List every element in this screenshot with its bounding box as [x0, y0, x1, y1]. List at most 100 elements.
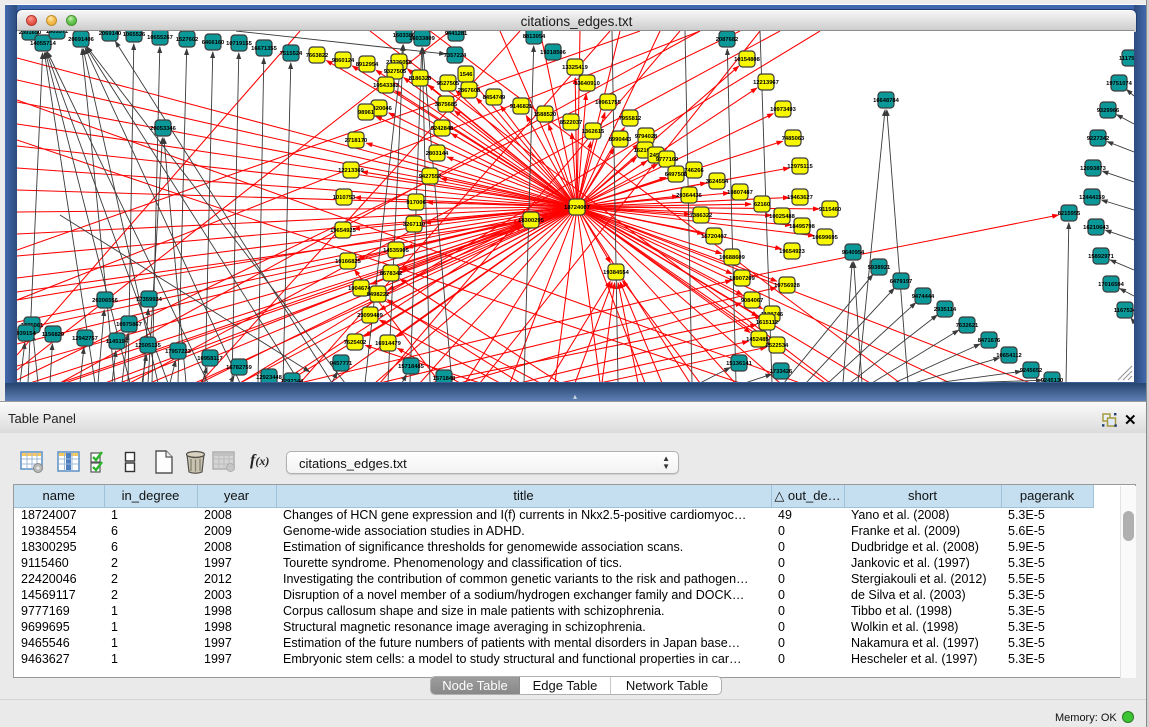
- svg-text:20206556: 20206556: [92, 298, 119, 304]
- svg-text:16210643: 16210643: [1083, 225, 1110, 231]
- svg-text:1010753: 1010753: [333, 195, 356, 201]
- svg-text:939154: 939154: [17, 331, 36, 337]
- svg-text:8522037: 8522037: [560, 120, 583, 126]
- svg-text:16914479: 16914479: [375, 341, 402, 347]
- svg-text:18495798: 18495798: [789, 224, 816, 230]
- svg-text:62160: 62160: [754, 202, 770, 208]
- svg-text:12444159: 12444159: [1079, 195, 1106, 201]
- svg-text:15718485: 15718485: [398, 364, 425, 370]
- svg-text:17016504: 17016504: [1098, 282, 1125, 288]
- svg-text:10154808: 10154808: [734, 57, 761, 63]
- svg-text:17957223: 17957223: [165, 349, 192, 355]
- svg-text:7357224: 7357224: [444, 53, 467, 59]
- svg-text:6497508: 6497508: [665, 172, 688, 178]
- svg-text:7955812: 7955812: [619, 116, 642, 122]
- svg-text:10719155: 10719155: [226, 41, 253, 47]
- svg-text:10958117: 10958117: [197, 356, 222, 362]
- svg-text:19756928: 19756928: [774, 283, 801, 289]
- svg-text:10699695: 10699695: [812, 235, 839, 241]
- svg-text:7386322: 7386322: [690, 213, 713, 219]
- svg-text:13325419: 13325419: [562, 65, 589, 71]
- svg-text:9327505: 9327505: [384, 69, 407, 75]
- svg-text:9498222: 9498222: [367, 292, 390, 298]
- svg-text:7485063: 7485063: [782, 136, 805, 142]
- svg-text:8990443: 8990443: [609, 137, 632, 143]
- svg-text:1292344: 1292344: [281, 379, 304, 382]
- svg-text:1527602: 1527602: [176, 37, 199, 43]
- svg-text:9441281: 9441281: [445, 31, 468, 37]
- svg-text:6466160: 6466160: [202, 40, 225, 46]
- svg-text:10543382: 10543382: [373, 83, 399, 89]
- svg-text:8471676: 8471676: [978, 338, 1001, 344]
- svg-text:18300295: 18300295: [518, 218, 545, 224]
- svg-text:13640910: 13640910: [574, 81, 600, 87]
- svg-text:1156829: 1156829: [42, 332, 65, 338]
- svg-text:1546: 1546: [460, 72, 474, 78]
- svg-text:7663822: 7663822: [306, 53, 329, 59]
- svg-text:746266: 746266: [684, 168, 704, 174]
- svg-text:23099489: 23099489: [357, 313, 384, 319]
- svg-text:9329966: 9329966: [1097, 108, 1120, 114]
- svg-text:15136141: 15136141: [726, 361, 753, 367]
- svg-text:917006: 917006: [406, 200, 426, 206]
- svg-text:7632621: 7632621: [956, 323, 979, 329]
- svg-text:16671355: 16671355: [251, 46, 278, 52]
- svg-text:1905571: 1905571: [46, 31, 69, 35]
- svg-text:10807487: 10807487: [727, 190, 753, 196]
- svg-text:8186328: 8186328: [409, 76, 432, 82]
- svg-text:1571848: 1571848: [433, 376, 456, 382]
- svg-text:18907209: 18907209: [729, 276, 756, 282]
- svg-text:1588520: 1588520: [534, 112, 557, 118]
- svg-text:16648784: 16648784: [873, 98, 900, 104]
- svg-text:5938921: 5938921: [868, 265, 891, 271]
- svg-text:15720407: 15720407: [701, 234, 727, 240]
- svg-text:2087682: 2087682: [716, 37, 739, 43]
- svg-text:9245130: 9245130: [1041, 378, 1064, 382]
- svg-text:9084067: 9084067: [741, 298, 764, 304]
- svg-text:6479197: 6479197: [890, 279, 913, 285]
- svg-text:19751074: 19751074: [1106, 81, 1133, 87]
- svg-text:2522534: 2522534: [766, 343, 789, 349]
- svg-text:10973493: 10973493: [770, 107, 797, 113]
- svg-text:9527505: 9527505: [437, 81, 460, 87]
- svg-text:1615112: 1615112: [756, 320, 778, 326]
- svg-text:18724007: 18724007: [564, 205, 590, 211]
- svg-text:1117534: 1117534: [1119, 56, 1134, 62]
- svg-text:17359924: 17359924: [136, 297, 163, 303]
- svg-text:9146821: 9146821: [510, 104, 533, 110]
- svg-text:12923448: 12923448: [256, 375, 283, 381]
- svg-text:8215955: 8215955: [1058, 211, 1081, 217]
- svg-text:9227342: 9227342: [1087, 136, 1110, 142]
- svg-text:19463627: 19463627: [787, 195, 813, 201]
- svg-text:9640954: 9640954: [842, 250, 865, 256]
- svg-text:9457771: 9457771: [330, 361, 353, 367]
- svg-text:10961755: 10961755: [595, 100, 622, 106]
- svg-text:16033809: 16033809: [409, 36, 436, 42]
- svg-text:19166825: 19166825: [335, 259, 362, 265]
- svg-text:16782759: 16782759: [226, 365, 253, 371]
- svg-text:12213369: 12213369: [338, 168, 365, 174]
- svg-text:9427552: 9427552: [419, 174, 442, 180]
- svg-text:1145194: 1145194: [106, 339, 129, 345]
- svg-text:12093873: 12093873: [1080, 166, 1107, 172]
- svg-text:19654925: 19654925: [330, 228, 357, 234]
- svg-text:3875685: 3875685: [435, 102, 458, 108]
- svg-text:3624554: 3624554: [706, 179, 729, 185]
- svg-text:8454749: 8454749: [483, 95, 506, 101]
- svg-text:8813054: 8813054: [523, 34, 546, 40]
- svg-text:2718170: 2718170: [345, 138, 368, 144]
- svg-text:2069140: 2069140: [99, 31, 122, 37]
- svg-text:7515524: 7515524: [280, 51, 303, 57]
- svg-text:8678342: 8678342: [380, 271, 403, 277]
- svg-text:1167534: 1167534: [1114, 308, 1134, 314]
- svg-text:12213967: 12213967: [753, 80, 779, 86]
- svg-text:15892971: 15892971: [1088, 254, 1115, 260]
- svg-text:12505135: 12505135: [135, 343, 162, 349]
- svg-text:7625402: 7625402: [344, 340, 367, 346]
- svg-text:2803144: 2803144: [426, 151, 449, 157]
- svg-text:19654923: 19654923: [779, 249, 806, 255]
- svg-text:10975867: 10975867: [116, 322, 142, 328]
- svg-text:8912954: 8912954: [356, 62, 379, 68]
- svg-text:1065526: 1065526: [123, 32, 146, 38]
- svg-text:20691406: 20691406: [68, 37, 95, 43]
